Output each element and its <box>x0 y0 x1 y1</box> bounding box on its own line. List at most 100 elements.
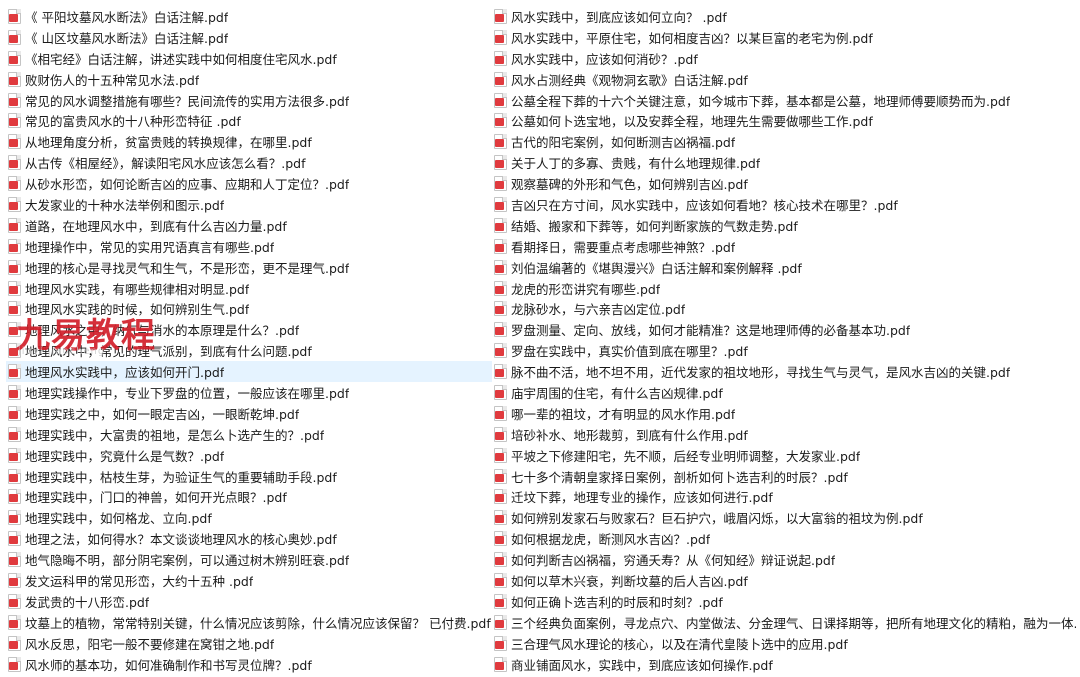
file-item[interactable]: 龙脉砂水，与六亲吉凶定位.pdf <box>492 298 1076 319</box>
pdf-file-icon <box>494 259 507 275</box>
file-item[interactable]: 地理实践操作中，专业下罗盘的位置，一般应该在哪里.pdf <box>6 382 492 403</box>
file-item[interactable]: 如何判断吉凶祸福，穷通夭寿？从《何知经》辩证说起.pdf <box>492 549 1076 570</box>
pdf-file-icon <box>494 176 507 192</box>
file-item[interactable]: 结婚、搬家和下葬等，如何判断家族的气数走势.pdf <box>492 215 1076 236</box>
file-name: 《 山区坟墓风水断法》白话注解.pdf <box>25 30 229 46</box>
file-column-right: 风水实践中，到底应该如何立向？ .pdf 风水实践中，平原住宅，如何相度吉凶？以某… <box>492 6 1076 675</box>
pdf-file-icon <box>8 468 21 484</box>
file-item[interactable]: 风水实践中，平原住宅，如何相度吉凶？以某巨富的老宅为例.pdf <box>492 27 1076 48</box>
file-item[interactable]: 地理风水实践，有哪些规律相对明显.pdf <box>6 278 492 299</box>
file-item[interactable]: 刘伯温编著的《堪舆漫兴》白话注解和案例解释 .pdf <box>492 257 1076 278</box>
file-item[interactable]: 三合理气风水理论的核心，以及在清代皇陵卜选中的应用.pdf <box>492 633 1076 654</box>
file-column-left: 《 平阳坟墓风水断法》白话注解.pdf 《 山区坟墓风水断法》白话注解.pdf 《相… <box>6 6 492 675</box>
file-name: 风水反思，阳宅一般不要修建在窝钳之地.pdf <box>25 636 275 652</box>
pdf-file-icon <box>8 50 21 66</box>
pdf-file-icon <box>494 113 507 129</box>
file-item[interactable]: 哪一辈的祖坟，才有明显的风水作用.pdf <box>492 403 1076 424</box>
file-item[interactable]: 龙虎的形峦讲究有哪些.pdf <box>492 278 1076 299</box>
file-name: 地理实践中，枯枝生芽，为验证生气的重要辅助手段.pdf <box>25 469 337 485</box>
file-item[interactable]: 培砂补水、地形裁剪，到底有什么作用.pdf <box>492 424 1076 445</box>
file-name: 迁坟下葬，地理专业的操作，应该如何进行.pdf <box>511 490 773 506</box>
file-item[interactable]: 罗盘测量、定向、放线，如何才能精准？这是地理师傅的必备基本功.pdf <box>492 319 1076 340</box>
pdf-file-icon <box>494 614 507 630</box>
file-item[interactable]: 地理风水之中，纳气与消水的本原理是什么？.pdf <box>6 319 492 340</box>
file-item[interactable]: 如何以草木兴衰，判断坟墓的后人吉凶.pdf <box>492 570 1076 591</box>
file-name: 常见的富贵风水的十八种形峦特征 .pdf <box>25 114 241 130</box>
file-name: 道路，在地理风水中，到底有什么吉凶力量.pdf <box>25 218 287 234</box>
file-item[interactable]: 风水反思，阳宅一般不要修建在窝钳之地.pdf <box>6 633 492 654</box>
file-item[interactable]: 发武贵的十八形峦.pdf <box>6 591 492 612</box>
file-item[interactable]: 看期择日，需要重点考虑哪些神煞？.pdf <box>492 236 1076 257</box>
file-item[interactable]: 古代的阳宅案例，如何断测吉凶祸福.pdf <box>492 131 1076 152</box>
file-item[interactable]: 风水实践中，应该如何消砂？.pdf <box>492 48 1076 69</box>
file-name: 如何正确卜选吉利的时辰和时刻？.pdf <box>511 594 723 610</box>
file-item[interactable]: 公墓如何卜选宝地，以及安葬全程，地理先生需要做哪些工作.pdf <box>492 110 1076 131</box>
file-item[interactable]: 庙宇周围的住宅，有什么吉凶规律.pdf <box>492 382 1076 403</box>
file-item[interactable]: 商业铺面风水，实践中，到底应该如何操作.pdf <box>492 654 1076 675</box>
pdf-file-icon <box>8 614 21 630</box>
file-item[interactable]: 关于人丁的多寡、贵贱，有什么地理规律.pdf <box>492 152 1076 173</box>
pdf-file-icon <box>494 301 507 317</box>
file-name: 地理实践中，如何格龙、立向.pdf <box>25 511 212 527</box>
file-item[interactable]: 三个经典负面案例，寻龙点穴、内堂做法、分金理气、日课择期等，把所有地理文化的精粕… <box>492 612 1076 633</box>
file-item[interactable]: 风水占测经典《观物洞玄歌》白话注解.pdf <box>492 69 1076 90</box>
file-name: 风水实践中，平原住宅，如何相度吉凶？以某巨富的老宅为例.pdf <box>511 30 873 46</box>
file-item[interactable]: 地理实践中，如何格龙、立向.pdf <box>6 507 492 528</box>
file-name: 地理风水实践，有哪些规律相对明显.pdf <box>25 281 250 297</box>
file-item[interactable]: 风水实践中，到底应该如何立向？ .pdf <box>492 6 1076 27</box>
file-item[interactable]: 脉不曲不活，地不坦不用，近代发家的祖坟地形，寻找生气与灵气，是风水吉凶的关键.p… <box>492 361 1076 382</box>
pdf-file-icon <box>494 447 507 463</box>
file-item[interactable]: 如何辨别发家石与败家石？巨石护穴，峨眉闪烁，以大富翁的祖坟为例.pdf <box>492 507 1076 528</box>
file-item[interactable]: 道路，在地理风水中，到底有什么吉凶力量.pdf <box>6 215 492 236</box>
file-item[interactable]: 平坡之下修建阳宅，先不顺，后经专业明师调整，大发家业.pdf <box>492 445 1076 466</box>
file-item[interactable]: 地理操作中，常见的实用咒语真言有哪些.pdf <box>6 236 492 257</box>
file-name: 庙宇周围的住宅，有什么吉凶规律.pdf <box>511 385 723 401</box>
file-item[interactable]: 地理实践中，枯枝生芽，为验证生气的重要辅助手段.pdf <box>6 466 492 487</box>
file-item[interactable]: 《 山区坟墓风水断法》白话注解.pdf <box>6 27 492 48</box>
file-item[interactable]: 地理风水中，常见的理气派别，到底有什么问题.pdf <box>6 340 492 361</box>
file-item[interactable]: 常见的风水调整措施有哪些？民间流传的实用方法很多.pdf <box>6 90 492 111</box>
file-name: 如何以草木兴衰，判断坟墓的后人吉凶.pdf <box>511 573 748 589</box>
file-item[interactable]: 从古传《相屋经》，解读阳宅风水应该怎么看？.pdf <box>6 152 492 173</box>
pdf-file-icon <box>494 196 507 212</box>
file-item[interactable]: 地理实践中，门口的神兽，如何开光点眼？.pdf <box>6 486 492 507</box>
file-item[interactable]: 地理实践中，究竟什么是气数？.pdf <box>6 445 492 466</box>
file-item[interactable]: 地理的核心是寻找灵气和生气，不是形峦，更不是理气.pdf <box>6 257 492 278</box>
file-name: 地理实践之中，如何一眼定吉凶，一眼断乾坤.pdf <box>25 406 300 422</box>
file-item[interactable]: 《相宅经》白话注解，讲述实践中如何相度住宅风水.pdf <box>6 48 492 69</box>
file-name: 败财伤人的十五种常见水法.pdf <box>25 72 200 88</box>
file-item[interactable]: 迁坟下葬，地理专业的操作，应该如何进行.pdf <box>492 486 1076 507</box>
file-item[interactable]: 《 平阳坟墓风水断法》白话注解.pdf <box>6 6 492 27</box>
pdf-file-icon <box>494 217 507 233</box>
file-item[interactable]: 公墓全程下葬的十六个关键注意，如今城市下葬，基本都是公墓，地理师傅要顺势而为.p… <box>492 90 1076 111</box>
file-item[interactable]: 地气隐晦不明，部分阴宅案例，可以通过树木辨别旺衰.pdf <box>6 549 492 570</box>
file-item[interactable]: 七十多个清朝皇家择日案例，剖析如何卜选吉利的时辰？.pdf <box>492 466 1076 487</box>
file-item[interactable]: 发文运科甲的常见形峦，大约十五种 .pdf <box>6 570 492 591</box>
file-item[interactable]: 从砂水形峦，如何论断吉凶的应事、应期和人丁定位？.pdf <box>6 173 492 194</box>
file-item[interactable]: 常见的富贵风水的十八种形峦特征 .pdf <box>6 110 492 131</box>
pdf-file-icon <box>494 8 507 24</box>
pdf-file-icon <box>494 280 507 296</box>
file-item[interactable]: 地理风水实践中，应该如何开门.pdf <box>6 361 492 383</box>
file-item[interactable]: 败财伤人的十五种常见水法.pdf <box>6 69 492 90</box>
file-item[interactable]: 坟墓上的植物，常常特别关键，什么情况应该剪除，什么情况应该保留？ 已付费.pdf <box>6 612 492 633</box>
file-item[interactable]: 地理风水实践的时候，如何辨别生气.pdf <box>6 298 492 319</box>
file-name: 风水实践中，应该如何消砂？.pdf <box>511 51 698 67</box>
file-item[interactable]: 大发家业的十种水法举例和图示.pdf <box>6 194 492 215</box>
file-item[interactable]: 吉凶只在方寸间，风水实践中，应该如何看地？核心技术在哪里？.pdf <box>492 194 1076 215</box>
file-item[interactable]: 观察墓碑的外形和气色，如何辨别吉凶.pdf <box>492 173 1076 194</box>
file-item[interactable]: 罗盘在实践中，真实价值到底在哪里？.pdf <box>492 340 1076 361</box>
file-item[interactable]: 从地理角度分析，贫富贵贱的转换规律，在哪里.pdf <box>6 131 492 152</box>
file-name: 地理操作中，常见的实用咒语真言有哪些.pdf <box>25 239 275 255</box>
pdf-file-icon <box>8 92 21 108</box>
pdf-file-icon <box>8 405 21 421</box>
file-item[interactable]: 如何正确卜选吉利的时辰和时刻？.pdf <box>492 591 1076 612</box>
file-item[interactable]: 地理之法，如何得水？本文谈谈地理风水的核心奥妙.pdf <box>6 528 492 549</box>
file-item[interactable]: 如何根据龙虎，断测风水吉凶？.pdf <box>492 528 1076 549</box>
file-item[interactable]: 风水师的基本功，如何准确制作和书写灵位牌？.pdf <box>6 654 492 675</box>
file-item[interactable]: 地理实践之中，如何一眼定吉凶，一眼断乾坤.pdf <box>6 403 492 424</box>
file-item[interactable]: 地理实践中，大富贵的祖地，是怎么卜选产生的？.pdf <box>6 424 492 445</box>
pdf-file-icon <box>494 134 507 150</box>
file-name: 如何辨别发家石与败家石？巨石护穴，峨眉闪烁，以大富翁的祖坟为例.pdf <box>511 511 923 527</box>
file-name: 风水实践中，到底应该如何立向？ .pdf <box>511 9 727 25</box>
